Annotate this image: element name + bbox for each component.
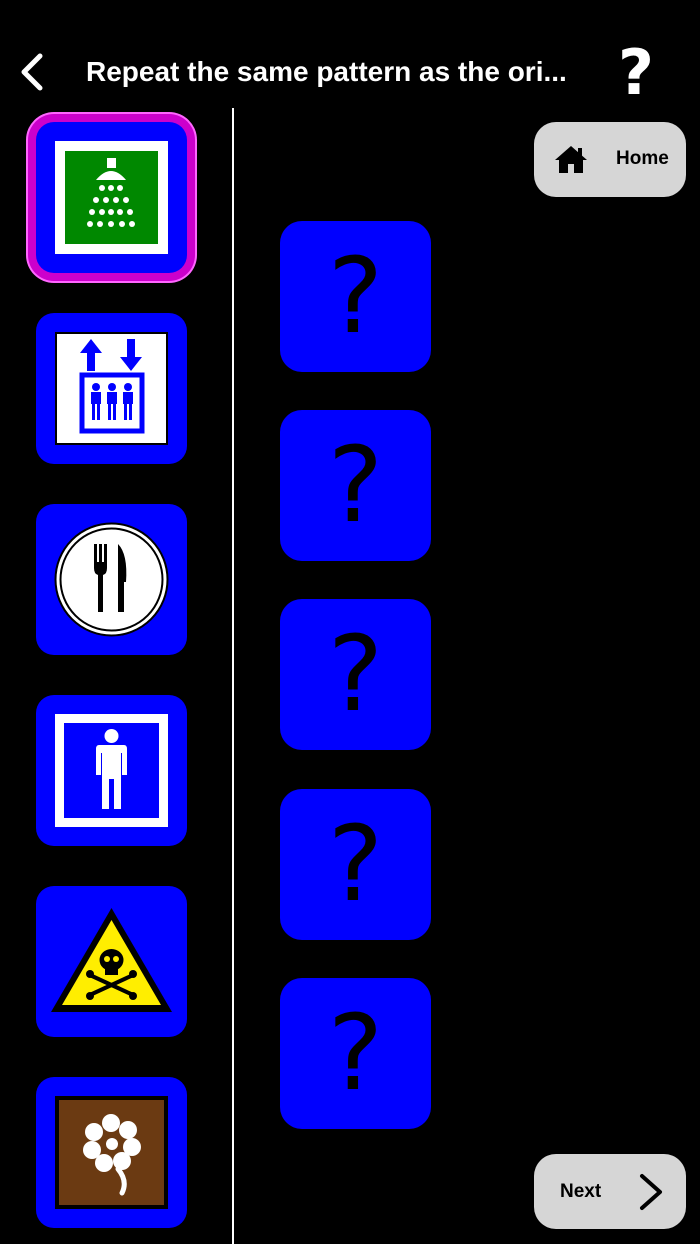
question-mark: ? <box>327 235 384 357</box>
next-label: Next <box>560 1181 602 1202</box>
chevron-left-icon <box>21 53 43 91</box>
answer-slot[interactable]: ? <box>280 789 431 940</box>
question-mark: ? <box>327 424 384 546</box>
question-mark: ? <box>327 613 384 735</box>
fork-knife-icon <box>54 522 169 637</box>
svg-text:?: ? <box>618 40 654 102</box>
question-mark: ? <box>327 803 384 925</box>
chevron-right-icon <box>640 1174 662 1210</box>
person-icon <box>55 714 168 827</box>
answer-slot[interactable]: ? <box>280 599 431 750</box>
symbol-tile-elevator[interactable] <box>36 313 187 464</box>
shower-icon <box>55 141 168 254</box>
flower-icon <box>55 1096 168 1209</box>
home-label: Home <box>616 148 669 169</box>
home-button[interactable]: Home <box>534 122 686 197</box>
house-icon <box>555 146 587 173</box>
question-mark-icon: ? <box>618 36 654 109</box>
symbol-tile-toxic[interactable] <box>36 886 187 1037</box>
back-button[interactable] <box>14 50 54 94</box>
toxic-warning-icon <box>51 908 172 1012</box>
page-title: Repeat the same pattern as the ori... <box>86 56 567 87</box>
answer-slot[interactable]: ? <box>280 978 431 1129</box>
symbol-tile-male[interactable] <box>36 695 187 846</box>
symbol-tile-flower[interactable] <box>36 1077 187 1228</box>
answer-slot[interactable]: ? <box>280 221 431 372</box>
next-button[interactable]: Next <box>534 1154 686 1229</box>
help-button[interactable]: ? <box>608 36 664 109</box>
answer-slot[interactable]: ? <box>280 410 431 561</box>
question-mark: ? <box>327 992 384 1114</box>
symbol-tile-shower[interactable] <box>36 122 187 273</box>
elevator-icon <box>55 332 168 445</box>
divider <box>232 108 234 1244</box>
symbol-tile-restaurant[interactable] <box>36 504 187 655</box>
